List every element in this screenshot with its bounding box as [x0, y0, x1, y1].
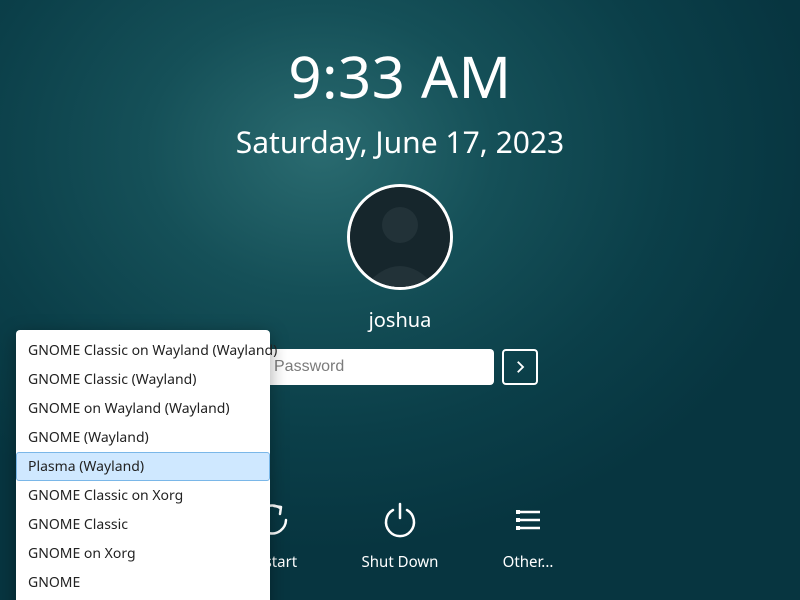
- session-item[interactable]: GNOME on Xorg: [16, 539, 270, 568]
- session-item[interactable]: GNOME Classic: [16, 510, 270, 539]
- session-item[interactable]: GNOME Classic on Xorg: [16, 481, 270, 510]
- clock-date: Saturday, June 17, 2023: [236, 121, 564, 162]
- session-item[interactable]: GNOME: [16, 568, 270, 597]
- session-item[interactable]: Plasma (Wayland): [16, 452, 270, 481]
- shutdown-button[interactable]: Shut Down: [360, 498, 440, 572]
- password-input[interactable]: [262, 349, 494, 385]
- session-menu[interactable]: GNOME Classic on Wayland (Wayland)GNOME …: [16, 330, 270, 600]
- user-silhouette-icon: [350, 187, 450, 287]
- avatar[interactable]: [347, 184, 453, 290]
- session-item[interactable]: GNOME on Wayland (Wayland): [16, 394, 270, 423]
- login-button[interactable]: [502, 349, 538, 385]
- clock-time: 9:33 AM: [288, 36, 511, 115]
- power-icon: [378, 498, 422, 542]
- other-label: Other...: [503, 552, 554, 572]
- shutdown-label: Shut Down: [362, 552, 439, 572]
- session-item[interactable]: GNOME (Wayland): [16, 423, 270, 452]
- other-button[interactable]: Other...: [488, 498, 568, 572]
- username-label: joshua: [369, 306, 432, 333]
- list-icon: [506, 498, 550, 542]
- chevron-right-icon: [511, 358, 529, 376]
- session-item[interactable]: GNOME Classic (Wayland): [16, 365, 270, 394]
- session-item[interactable]: GNOME Classic on Wayland (Wayland): [16, 336, 270, 365]
